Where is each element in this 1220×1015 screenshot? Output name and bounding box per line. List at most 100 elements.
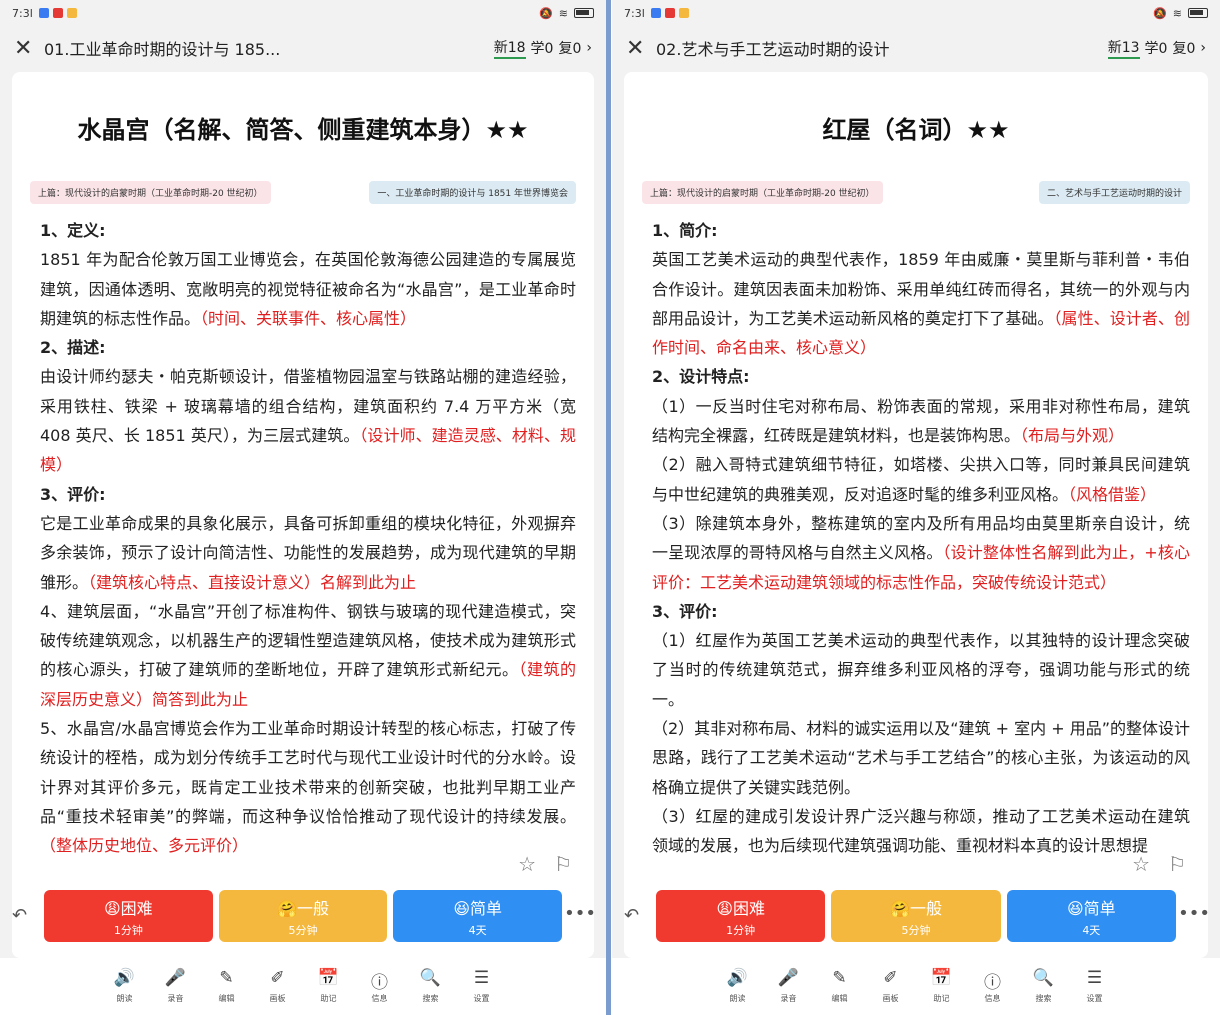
easy-button[interactable]: 😆简单 4天 [1006, 890, 1176, 942]
content-heading: 2、描述: [40, 338, 106, 358]
split-screen: 7:3l 🔕 ≋ ✕ 01.工业革命时期的设计与 185... 新18 学0 复… [0, 0, 1220, 1015]
status-time: 7:3l [624, 6, 645, 20]
flashcard: 水晶宫（名解、简答、侧重建筑本身）★★ 上篇：现代设计的启蒙时期（工业革命时期-… [12, 72, 594, 958]
new-count: 新18 [493, 37, 526, 59]
note-text: （整体历史地位、多元评价） [40, 836, 249, 856]
close-icon[interactable]: ✕ [14, 36, 44, 61]
learn-count: 学0 [530, 41, 554, 57]
content-paragraph: （2）融入哥特式建筑细节特征，如塔楼、尖拱入口等，同时兼具民间建筑与中世纪建筑的… [652, 455, 1190, 504]
content-paragraph: （1）红屋作为英国工艺美术运动的典型代表作，以其独特的设计理念突破了当时的传统建… [652, 631, 1190, 709]
nav-info[interactable]: ⓘ 信息 [975, 968, 1010, 1015]
nav-search[interactable]: 🔍 搜索 [1026, 968, 1061, 1015]
review-count: 复0 [1172, 41, 1196, 57]
star-icon[interactable]: ☆ [1132, 852, 1150, 876]
nav-edit[interactable]: ✎ 编辑 [822, 968, 857, 1015]
card-title: 红屋（名词）★★ [822, 116, 1010, 144]
card-actions: ☆ ⚐ [518, 852, 572, 876]
nav-draw[interactable]: ✐ 画板 [260, 968, 295, 1015]
flag-icon[interactable]: ⚐ [1168, 852, 1186, 876]
content-paragraph: 由设计师约瑟夫・帕克斯顿设计，借鉴植物园温室与铁路站棚的建造经验，采用铁柱、铁梁… [40, 367, 576, 475]
menu-icon: ☰ [473, 968, 490, 988]
header-bar: ✕ 02.艺术与手工艺运动时期的设计 新13 学0 复0 › [612, 26, 1220, 70]
card-actions: ☆ ⚐ [1132, 852, 1186, 876]
deck-stats[interactable]: 新13 学0 复0 › [1107, 37, 1206, 59]
content-paragraph: 5、水晶宫/水晶宫博览会作为工业革命时期设计转型的核心标志，打破了传统设计的桎梏… [40, 719, 576, 856]
app-icon [664, 8, 675, 18]
note-text: （风格借鉴） [1068, 484, 1157, 504]
app-icon [678, 8, 689, 18]
status-bar: 7:3l 🔕 ≋ [612, 0, 1220, 26]
nav-record[interactable]: 🎤 录音 [771, 968, 806, 1015]
star-icon[interactable]: ☆ [518, 852, 536, 876]
nav-mnemonic[interactable]: 📅 助记 [311, 968, 346, 1015]
status-right-icons: 🔕 ≋ [1153, 7, 1208, 20]
speaker-icon: 🔊 [113, 968, 136, 988]
calendar-icon: 📅 [930, 968, 953, 988]
card-tags: 上篇：现代设计的启蒙时期（工业革命时期-20 世纪初） 二、艺术与手工艺运动时期… [642, 181, 1190, 204]
header-bar: ✕ 01.工业革命时期的设计与 185... 新18 学0 复0 › [0, 26, 606, 70]
app-icon [66, 8, 77, 18]
more-icon[interactable]: ••• [1178, 903, 1210, 924]
nav-mnemonic[interactable]: 📅 助记 [924, 968, 959, 1015]
card-tags: 上篇：现代设计的启蒙时期（工业革命时期-20 世纪初） 一、工业革命时期的设计与… [30, 181, 576, 204]
content-heading: 3、评价: [652, 601, 718, 621]
microphone-icon: 🎤 [777, 968, 800, 988]
content-paragraph: 4、建筑层面，“水晶宫”开创了标准构件、钢铁与玻璃的现代建造模式，突破传统建筑观… [40, 601, 576, 709]
answer-buttons: 😩困难 1分钟 🤗一般 5分钟 😆简单 4天 [656, 890, 1176, 942]
app-icon [38, 8, 49, 18]
flag-icon[interactable]: ⚐ [554, 852, 572, 876]
left-pane: 7:3l 🔕 ≋ ✕ 01.工业革命时期的设计与 185... 新18 学0 复… [0, 0, 606, 1015]
search-icon: 🔍 [1032, 968, 1055, 988]
content-paragraph: 英国工艺美术运动的典型代表作，1859 年由威廉・莫里斯与菲利普・韦伯合作设计。… [652, 250, 1190, 358]
mute-icon: 🔕 [539, 6, 553, 20]
review-count: 复0 [558, 41, 582, 57]
chevron-right-icon: › [586, 40, 592, 56]
nav-read[interactable]: 🔊 朗读 [720, 968, 755, 1015]
note-text: （建筑核心特点、直接设计意义）名解到此为止 [88, 572, 417, 592]
battery-icon [574, 8, 594, 18]
status-right-icons: 🔕 ≋ [539, 7, 594, 20]
card-content: 1、简介: 英国工艺美术运动的典型代表作，1859 年由威廉・莫里斯与菲利普・韦… [652, 216, 1190, 861]
tag-chapter[interactable]: 一、工业革命时期的设计与 1851 年世界博览会 [369, 181, 576, 204]
medium-button[interactable]: 🤗一般 5分钟 [218, 890, 388, 942]
split-divider[interactable] [606, 0, 611, 1015]
hard-button[interactable]: 😩困难 1分钟 [656, 890, 826, 942]
medium-button[interactable]: 🤗一般 5分钟 [831, 890, 1001, 942]
card-title: 水晶宫（名解、简答、侧重建筑本身）★★ [77, 116, 529, 144]
draw-icon: ✐ [270, 968, 285, 988]
nav-search[interactable]: 🔍 搜索 [413, 968, 448, 1015]
nav-info[interactable]: ⓘ 信息 [362, 968, 397, 1015]
tag-section[interactable]: 上篇：现代设计的启蒙时期（工业革命时期-20 世纪初） [642, 181, 883, 204]
easy-button[interactable]: 😆简单 4天 [393, 890, 563, 942]
undo-icon[interactable]: ↶ [12, 905, 27, 926]
nav-settings[interactable]: ☰ 设置 [1077, 968, 1112, 1015]
deck-stats[interactable]: 新18 学0 复0 › [493, 37, 592, 59]
bottom-nav: 🔊 朗读 🎤 录音 ✎ 编辑 ✐ 画板 📅 助记 ⓘ 信息 🔍 搜索 ☰ 设置 [612, 958, 1220, 1015]
tag-section[interactable]: 上篇：现代设计的启蒙时期（工业革命时期-20 世纪初） [30, 181, 271, 204]
card-content: 1、定义: 1851 年为配合伦敦万国工业博览会，在英国伦敦海德公园建造的专属展… [40, 216, 576, 861]
chevron-right-icon: › [1200, 40, 1206, 56]
nav-read[interactable]: 🔊 朗读 [107, 968, 142, 1015]
hard-button[interactable]: 😩困难 1分钟 [44, 890, 213, 942]
calendar-icon: 📅 [317, 968, 340, 988]
app-icon [650, 8, 661, 18]
content-paragraph: 1851 年为配合伦敦万国工业博览会，在英国伦敦海德公园建造的专属展览建筑，因通… [40, 250, 576, 328]
undo-icon[interactable]: ↶ [624, 905, 639, 926]
more-icon[interactable]: ••• [564, 903, 596, 924]
menu-icon: ☰ [1086, 968, 1103, 988]
nav-settings[interactable]: ☰ 设置 [464, 968, 499, 1015]
content-paragraph: （3）除建筑本身外，整栋建筑的室内及所有用品均由莫里斯亲自设计，统一呈现浓厚的哥… [652, 513, 1190, 592]
close-icon[interactable]: ✕ [626, 36, 656, 61]
battery-icon [1188, 8, 1208, 18]
speaker-icon: 🔊 [726, 968, 749, 988]
deck-title: 02.艺术与手工艺运动时期的设计 [656, 40, 890, 59]
content-heading: 1、简介: [652, 221, 718, 240]
status-app-icons [650, 8, 689, 18]
new-count: 新13 [1107, 37, 1140, 59]
status-bar: 7:3l 🔕 ≋ [0, 0, 606, 26]
tag-chapter[interactable]: 二、艺术与手工艺运动时期的设计 [1038, 181, 1190, 204]
info-icon: ⓘ [371, 973, 388, 993]
nav-record[interactable]: 🎤 录音 [158, 968, 193, 1015]
nav-edit[interactable]: ✎ 编辑 [209, 968, 244, 1015]
nav-draw[interactable]: ✐ 画板 [873, 968, 908, 1015]
